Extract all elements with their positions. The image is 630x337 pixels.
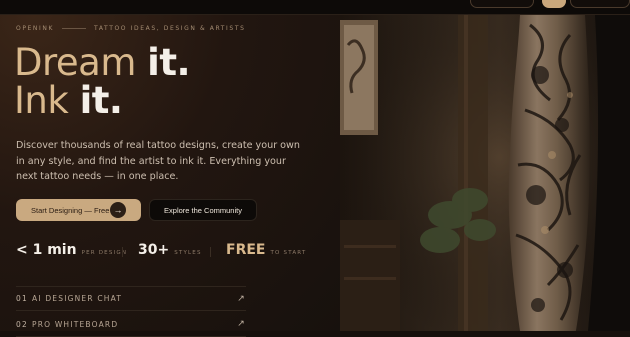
- start-designing-label: Start Designing — Free: [31, 205, 110, 215]
- arrow-up-right-icon: ↗: [237, 293, 246, 304]
- arrow-right-icon: →: [110, 202, 126, 218]
- feature-item-ai-designer-chat[interactable]: 01 AI DESIGNER CHAT ↗: [16, 286, 246, 311]
- stat-value: < 1 min: [16, 242, 77, 258]
- stat-label: PER DESIGN: [81, 250, 128, 256]
- headline-word: it.: [147, 41, 191, 84]
- hero-description: Discover thousands of real tattoo design…: [16, 140, 300, 182]
- feature-number: 02: [16, 319, 28, 329]
- explore-community-button[interactable]: Explore the Community: [149, 199, 257, 221]
- stat-label: TO START: [270, 250, 307, 256]
- explore-community-label: Explore the Community: [164, 205, 242, 215]
- arrow-up-right-icon: ↗: [237, 319, 246, 329]
- nav-button[interactable]: [470, 0, 534, 8]
- brand-name: OPENINK: [16, 25, 55, 32]
- eyebrow-divider: [62, 28, 87, 29]
- tattoo-photo-illustration: [340, 15, 630, 331]
- tagline: TATTOO IDEAS, DESIGN & ARTISTS: [94, 25, 246, 32]
- stat-divider: [210, 247, 211, 257]
- top-nav-bar: [0, 0, 630, 15]
- stat-label: STYLES: [174, 250, 202, 256]
- hero-headline: Dream it. Ink it.: [14, 41, 191, 122]
- nav-button[interactable]: [570, 0, 630, 8]
- stat-styles: 30+ STYLES: [138, 242, 202, 258]
- feature-number: 01: [16, 294, 28, 303]
- stat-speed: < 1 min PER DESIGN: [16, 242, 127, 258]
- stat-divider: [122, 247, 123, 257]
- stat-free: FREE TO START: [226, 242, 307, 258]
- feature-title: PRO WHITEBOARD: [32, 319, 119, 329]
- stat-value: FREE: [226, 242, 266, 258]
- stat-value: 30+: [138, 242, 170, 258]
- eyebrow: OPENINK TATTOO IDEAS, DESIGN & ARTISTS: [16, 25, 246, 32]
- headline-word: Ink: [14, 79, 69, 122]
- start-designing-button[interactable]: Start Designing — Free →: [16, 199, 141, 221]
- feature-title: AI DESIGNER CHAT: [32, 294, 123, 303]
- feature-item-pro-whiteboard[interactable]: 02 PRO WHITEBOARD ↗: [16, 312, 246, 337]
- headline-word: it.: [79, 79, 123, 122]
- headline-word: Dream: [14, 41, 136, 84]
- nav-cta-button[interactable]: [542, 0, 566, 8]
- tattoo-sleeve-photo: [340, 15, 630, 331]
